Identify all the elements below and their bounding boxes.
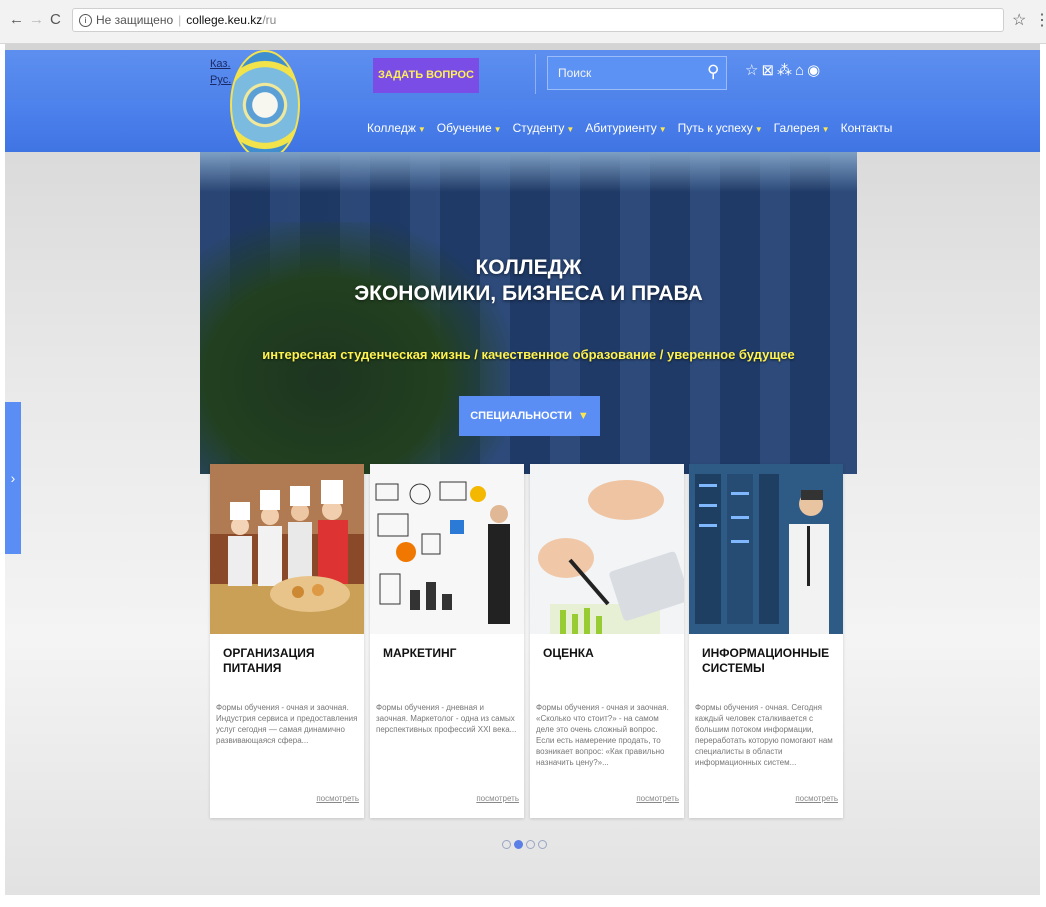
hero-title-line1: КОЛЛЕДЖ xyxy=(475,256,582,279)
chefs-image xyxy=(210,464,364,634)
menu-item-label: Колледж xyxy=(367,121,416,135)
ask-question-button[interactable]: ЗАДАТЬ ВОПРОС xyxy=(373,58,479,93)
url-path: /ru xyxy=(262,13,277,27)
sitemap-icon[interactable]: ⊠ xyxy=(761,61,777,81)
card-image-valuation xyxy=(530,464,684,634)
card-image-marketing xyxy=(370,464,524,634)
browser-toolbar: ← → C i Не защищено | college.keu.kz/ru ☆ ⋮ xyxy=(0,0,1046,44)
main-menu: Колледж ▼ Обучение ▼ Студенту ▼ Абитуриенту… xyxy=(367,121,892,141)
card-title: ОЦЕНКА xyxy=(543,646,594,660)
chevron-down-icon: ▼ xyxy=(658,125,667,134)
specialties-button-label: СПЕЦИАЛЬНОСТИ xyxy=(470,410,572,422)
menu-item-label: Путь к успеху xyxy=(677,121,753,135)
server-room-image xyxy=(689,464,843,634)
card-catering[interactable]: ОРГАНИЗАЦИЯ ПИТАНИЯ Формы обучения - очн… xyxy=(210,464,364,818)
menu-item-applicant[interactable]: Абитуриенту ▼ xyxy=(585,121,666,141)
menu-item-label: Галерея xyxy=(773,121,820,135)
card-description: Формы обучения - очная и заочная. Индуст… xyxy=(216,703,358,745)
card-more-link[interactable]: посмотреть xyxy=(636,794,679,803)
top-bar xyxy=(5,50,1040,100)
hero-title-line2: ЭКОНОМИКИ, БИЗНЕСА И ПРАВА xyxy=(354,282,703,305)
marketing-image xyxy=(370,464,524,634)
menu-item-label: Обучение xyxy=(436,121,492,135)
menu-item-label: Студенту xyxy=(512,121,565,135)
calculator-image xyxy=(530,464,684,634)
lang-rus-link[interactable]: Рус. xyxy=(210,74,231,86)
address-bar[interactable]: i Не защищено | college.keu.kz/ru xyxy=(72,8,1004,32)
chevron-down-icon: ▼ xyxy=(754,125,763,134)
forward-arrow-icon[interactable]: → xyxy=(29,11,44,29)
hierarchy-icon[interactable]: ⁂ xyxy=(777,61,795,81)
chevron-down-icon: ▼ xyxy=(577,410,589,422)
back-arrow-icon[interactable]: ← xyxy=(9,11,24,29)
chevron-down-icon: ▼ xyxy=(566,125,575,134)
chevron-down-icon: ▼ xyxy=(417,125,426,134)
card-title: ИНФОРМАЦИОННЫЕ СИСТЕМЫ xyxy=(702,646,830,675)
lang-kaz-link[interactable]: Каз. xyxy=(210,58,231,70)
card-title: ОРГАНИЗАЦИЯ ПИТАНИЯ xyxy=(223,646,315,675)
page: Каз. Рус. ЗАДАТЬ ВОПРОС Поиск ⚲ ☆⊠⁂⌂◉ Ко… xyxy=(5,44,1040,895)
card-marketing[interactable]: МАРКЕТИНГ Формы обучения - дневная и зао… xyxy=(370,464,524,818)
info-icon[interactable]: i xyxy=(79,14,92,28)
bookmark-star-icon[interactable]: ☆ xyxy=(1012,10,1026,30)
carousel-dots xyxy=(502,840,547,849)
college-logo[interactable] xyxy=(230,50,300,160)
menu-item-student[interactable]: Студенту ▼ xyxy=(513,121,575,141)
card-title: МАРКЕТИНГ xyxy=(383,646,457,660)
menu-item-label: Контакты xyxy=(840,121,893,135)
chevron-right-icon: › xyxy=(10,470,16,486)
card-description: Формы обучения - очная и заочная. «Сколь… xyxy=(536,703,669,767)
side-panel-toggle[interactable]: › xyxy=(5,402,21,554)
card-valuation[interactable]: ОЦЕНКА Формы обучения - очная и заочная.… xyxy=(530,464,684,818)
menu-item-label: Абитуриенту xyxy=(585,121,657,135)
carousel-dot-active[interactable] xyxy=(514,840,523,849)
specialties-button[interactable]: СПЕЦИАЛЬНОСТИ ▼ xyxy=(459,396,600,436)
carousel-dot[interactable] xyxy=(538,840,547,849)
card-image-information-systems xyxy=(689,464,843,634)
building-icon[interactable]: ⌂ xyxy=(795,61,807,81)
browser-menu-icon[interactable]: ⋮ xyxy=(1034,10,1046,30)
card-information-systems[interactable]: ИНФОРМАЦИОННЫЕ СИСТЕМЫ Формы обучения - … xyxy=(689,464,843,818)
search-icon[interactable]: ⚲ xyxy=(707,62,719,82)
carousel-dot[interactable] xyxy=(502,840,511,849)
card-image-catering xyxy=(210,464,364,634)
card-description: Формы обучения - дневная и заочная. Марк… xyxy=(376,703,517,734)
menu-item-gallery[interactable]: Галерея ▼ xyxy=(774,121,830,141)
card-description: Формы обучения - очная. Сегодня каждый ч… xyxy=(695,703,833,767)
carousel-dot[interactable] xyxy=(526,840,535,849)
reload-icon[interactable]: C xyxy=(50,11,61,29)
address-separator: | xyxy=(178,13,182,27)
chevron-down-icon: ▼ xyxy=(821,125,830,134)
menu-item-education[interactable]: Обучение ▼ xyxy=(437,121,502,141)
hero-tagline: интересная студенческая жизнь / качестве… xyxy=(262,347,795,362)
menu-item-contacts[interactable]: Контакты xyxy=(841,121,893,141)
security-label: Не защищено xyxy=(96,13,174,27)
url-host: college.keu.kz xyxy=(186,13,263,27)
star-icon[interactable]: ☆ xyxy=(745,61,761,81)
eye-icon[interactable]: ◉ xyxy=(807,61,823,81)
menu-item-success[interactable]: Путь к успеху ▼ xyxy=(678,121,763,141)
card-more-link[interactable]: посмотреть xyxy=(316,794,359,803)
chevron-down-icon: ▼ xyxy=(493,125,502,134)
utility-icons: ☆⊠⁂⌂◉ xyxy=(745,61,823,81)
header-divider xyxy=(535,54,536,94)
search-input[interactable]: Поиск xyxy=(547,56,727,90)
card-more-link[interactable]: посмотреть xyxy=(795,794,838,803)
card-more-link[interactable]: посмотреть xyxy=(476,794,519,803)
menu-item-college[interactable]: Колледж ▼ xyxy=(367,121,426,141)
hero-sky xyxy=(200,152,857,192)
hero-banner: КОЛЛЕДЖ ЭКОНОМИКИ, БИЗНЕСА И ПРАВА интер… xyxy=(200,152,857,474)
